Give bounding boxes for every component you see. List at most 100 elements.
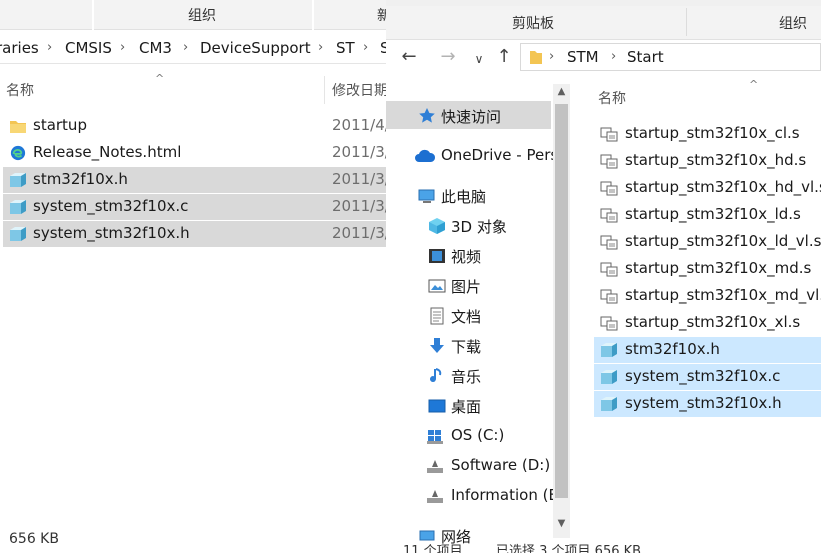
- file-row[interactable]: startup_stm32f10x_ld.s: [594, 202, 821, 228]
- nav-item-drive-d[interactable]: Software (D:): [386, 451, 551, 479]
- file-name: system_stm32f10x.c: [625, 367, 781, 385]
- folder-icon: [10, 121, 26, 133]
- drive-icon: [427, 460, 443, 473]
- breadcrumb-chevron-icon[interactable]: ›: [318, 40, 323, 55]
- ribbon-organize-group: 组织: [94, 0, 312, 30]
- file-row[interactable]: startup_stm32f10x_xl.s: [594, 310, 821, 336]
- file-row[interactable]: startup_stm32f10x_hd_vl.s: [594, 175, 821, 201]
- address-bar[interactable]: raries › CMSIS › CM3 › DeviceSupport › S…: [0, 31, 390, 64]
- file-name: system_stm32f10x.c: [33, 197, 189, 215]
- file-name: startup_stm32f10x_md.s: [625, 259, 812, 277]
- ribbon-top-band: [386, 0, 821, 6]
- file-row-startup[interactable]: startup 2011/4/: [3, 113, 390, 139]
- nav-item-label: 视频: [451, 248, 482, 266]
- ribbon: 剪贴板 组织: [386, 0, 821, 40]
- nav-item-music[interactable]: 音乐: [386, 361, 551, 389]
- source-file-icon: [10, 173, 26, 187]
- nav-item-label: Information (E: [451, 486, 558, 504]
- nav-item-onedrive[interactable]: OneDrive - Pers: [386, 141, 558, 169]
- foreground-explorer-window: 剪贴板 组织 ← → ∨ ↑ › STM › Start 快速访问 OneDri…: [386, 0, 821, 553]
- documents-icon: [430, 307, 444, 325]
- breadcrumb-item[interactable]: raries: [0, 39, 39, 57]
- breadcrumb-chevron-icon[interactable]: ›: [363, 40, 368, 55]
- column-header-name[interactable]: 名称: [598, 88, 626, 108]
- file-row[interactable]: startup_stm32f10x_hd.s: [594, 148, 821, 174]
- file-row[interactable]: startup_stm32f10x_md.s: [594, 256, 821, 282]
- nav-item-3d-objects[interactable]: 3D 对象: [386, 211, 551, 239]
- breadcrumb-item[interactable]: CMSIS: [65, 39, 112, 57]
- file-row-system-stm32f10x-h[interactable]: system_stm32f10x.h 2011/3/: [3, 221, 390, 247]
- ribbon-organize-label: 组织: [779, 16, 807, 32]
- breadcrumb-chevron-icon[interactable]: ›: [549, 49, 554, 64]
- status-item-count: 11 个项目: [403, 544, 463, 553]
- file-date: 2011/3/: [332, 197, 390, 215]
- asm-file-icon: [600, 127, 618, 142]
- file-name: system_stm32f10x.h: [625, 394, 782, 412]
- scroll-down-chevron-icon[interactable]: ▼: [553, 518, 570, 529]
- file-name: startup_stm32f10x_cl.s: [625, 124, 800, 142]
- breadcrumb-chevron-icon[interactable]: ›: [183, 40, 188, 55]
- column-header-row: ^ 名称 修改日期: [0, 72, 390, 104]
- nav-item-label: OneDrive - Pers: [441, 146, 559, 164]
- breadcrumb-chevron-icon[interactable]: ›: [611, 49, 616, 64]
- file-row[interactable]: startup_stm32f10x_md_vl.s: [594, 283, 821, 309]
- column-header-name[interactable]: 名称: [6, 80, 34, 100]
- nav-item-label: 音乐: [451, 368, 482, 386]
- nav-item-label: 桌面: [451, 398, 482, 416]
- sort-ascending-icon: ^: [749, 78, 759, 91]
- file-row[interactable]: startup_stm32f10x_cl.s: [594, 121, 821, 147]
- breadcrumb-item[interactable]: ST: [336, 39, 355, 57]
- nav-item-videos[interactable]: 视频: [386, 241, 551, 269]
- back-arrow-icon[interactable]: ←: [398, 47, 420, 67]
- asm-file-icon: [600, 154, 618, 169]
- nav-pane-scrollbar[interactable]: ▲ ▼: [553, 84, 570, 538]
- breadcrumb-item[interactable]: CM3: [139, 39, 172, 57]
- column-header-date[interactable]: 修改日期: [332, 80, 388, 100]
- nav-item-drive-e[interactable]: Information (E: [386, 481, 558, 509]
- file-row-selected[interactable]: stm32f10x.h: [594, 337, 821, 363]
- file-row[interactable]: startup_stm32f10x_ld_vl.s: [594, 229, 821, 255]
- nav-item-desktop[interactable]: 桌面: [386, 391, 551, 419]
- file-name: startup_stm32f10x_md_vl.s: [625, 286, 821, 304]
- sort-ascending-icon: ^: [155, 72, 165, 85]
- file-name: system_stm32f10x.h: [33, 224, 190, 242]
- scrollbar-thumb[interactable]: [555, 104, 568, 498]
- file-name: stm32f10x.h: [33, 170, 128, 188]
- scroll-up-chevron-icon[interactable]: ▲: [553, 86, 570, 97]
- file-date: 2011/3/: [332, 224, 390, 242]
- address-bar[interactable]: › STM › Start: [520, 43, 821, 71]
- downloads-icon: [430, 338, 444, 353]
- breadcrumb-item[interactable]: Start: [627, 48, 664, 66]
- file-row-stm32f10x-h[interactable]: stm32f10x.h 2011/3/: [3, 167, 390, 193]
- file-row-release-notes[interactable]: Release_Notes.html 2011/3/: [3, 140, 390, 166]
- file-name: startup: [33, 116, 87, 134]
- asm-file-icon: [600, 181, 618, 196]
- ribbon-new-group: 新: [314, 0, 390, 30]
- nav-item-documents[interactable]: 文档: [386, 301, 551, 329]
- asm-file-icon: [600, 235, 618, 250]
- ribbon-clipboard-label: 剪贴板: [512, 16, 554, 32]
- file-row-selected[interactable]: system_stm32f10x.h: [594, 391, 821, 417]
- nav-item-this-pc[interactable]: 此电脑: [386, 181, 551, 209]
- asm-file-icon: [600, 289, 618, 304]
- nav-item-drive-c[interactable]: OS (C:): [386, 421, 551, 449]
- source-file-icon: [601, 343, 617, 357]
- breadcrumb-item[interactable]: DeviceSupport: [200, 39, 311, 57]
- breadcrumb-chevron-icon[interactable]: ›: [47, 40, 52, 55]
- column-divider[interactable]: [324, 76, 325, 104]
- nav-item-downloads[interactable]: 下载: [386, 331, 551, 359]
- windows-drive-icon: [427, 430, 443, 444]
- file-name: startup_stm32f10x_hd_vl.s: [625, 178, 821, 196]
- breadcrumb-chevron-icon[interactable]: ›: [120, 40, 125, 55]
- forward-arrow-icon[interactable]: →: [437, 47, 459, 67]
- file-row-selected[interactable]: system_stm32f10x.c: [594, 364, 821, 390]
- nav-item-quick-access[interactable]: 快速访问: [386, 101, 551, 129]
- breadcrumb-item[interactable]: STM: [567, 48, 599, 66]
- up-arrow-icon[interactable]: ↑: [493, 47, 515, 67]
- nav-item-pictures[interactable]: 图片: [386, 271, 551, 299]
- ribbon-left-group: [0, 0, 92, 30]
- recent-locations-chevron-icon[interactable]: ∨: [468, 49, 490, 69]
- nav-item-label: 快速访问: [441, 108, 502, 126]
- desktop-icon: [428, 399, 446, 413]
- file-row-system-stm32f10x-c[interactable]: system_stm32f10x.c 2011/3/: [3, 194, 390, 220]
